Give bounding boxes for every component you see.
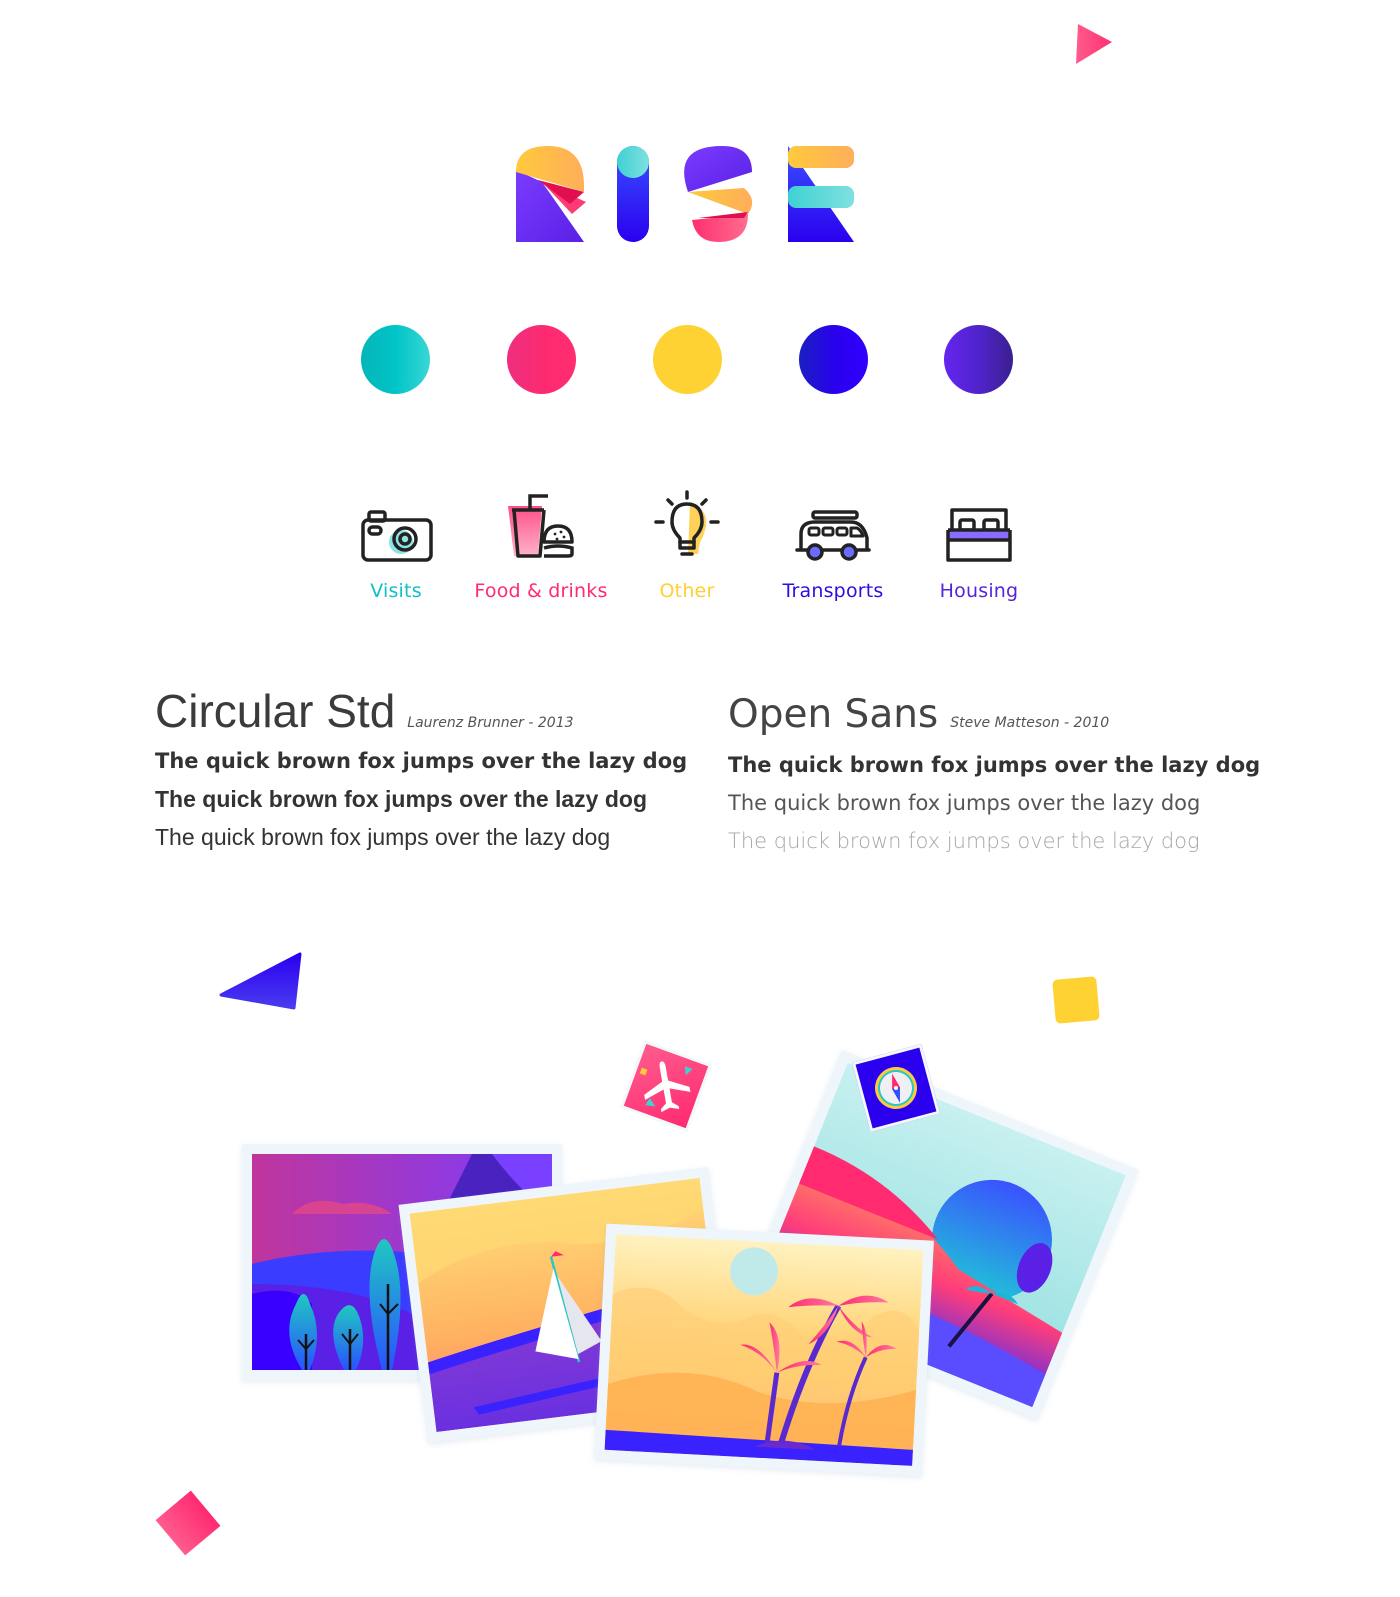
camera-icon xyxy=(361,510,433,562)
swatch-blue xyxy=(799,325,868,394)
category-label: Visits xyxy=(370,580,422,602)
category-transports: Transports xyxy=(758,490,908,602)
logo-letter-e xyxy=(788,146,854,242)
swatch-purple xyxy=(944,325,1013,394)
compass-icon xyxy=(875,1067,917,1109)
blue-triangle-decoration xyxy=(219,952,302,1010)
category-label: Food & drinks xyxy=(474,580,608,602)
lightbulb-icon xyxy=(654,490,720,556)
bed-icon xyxy=(946,508,1012,562)
logo-letter-i xyxy=(617,146,649,242)
swatch-pink xyxy=(507,325,576,394)
font-sample-bold: The quick brown fox jumps over the lazy … xyxy=(155,749,688,773)
font-sample-medium: The quick brown fox jumps over the lazy … xyxy=(155,786,648,812)
logo-letter-r xyxy=(516,146,586,242)
palm-desert-illustration xyxy=(604,1234,924,1466)
font-meta: Steve Matteson - 2010 xyxy=(950,715,1110,731)
swatch-yellow xyxy=(653,325,722,394)
category-food-drinks: Food & drinks xyxy=(466,490,616,602)
rise-logo xyxy=(516,146,854,242)
pink-square-decoration xyxy=(155,1490,221,1556)
font-meta: Laurenz Brunner - 2013 xyxy=(407,715,574,731)
font-sample-regular: The quick brown fox jumps over the lazy … xyxy=(728,791,1201,815)
category-label: Other xyxy=(659,580,715,602)
palm-desert-photo xyxy=(594,1223,934,1477)
font-specimen-secondary: Open Sans Steve Matteson - 2010 The quick… xyxy=(728,692,1260,860)
font-name: Open Sans xyxy=(728,692,939,737)
van-icon xyxy=(795,510,871,561)
swatch-teal xyxy=(361,325,430,394)
font-sample-light: The quick brown fox jumps over the lazy … xyxy=(728,829,1200,853)
airplane-icon xyxy=(639,1061,693,1113)
yellow-square-decoration xyxy=(1052,976,1100,1024)
category-label: Transports xyxy=(782,580,884,602)
font-sample-bold: The quick brown fox jumps over the lazy … xyxy=(728,753,1261,777)
category-visits: Visits xyxy=(321,490,471,602)
font-specimen-primary: Circular Std Laurenz Brunner - 2013 The q… xyxy=(155,684,687,856)
airplane-stamp xyxy=(619,1039,713,1133)
pink-triangle-decoration xyxy=(1076,24,1112,64)
font-name: Circular Std xyxy=(155,685,396,737)
category-label: Housing xyxy=(939,580,1019,602)
font-sample-regular: The quick brown fox jumps over the lazy … xyxy=(155,824,611,850)
logo-letter-s xyxy=(684,146,753,242)
category-other: Other xyxy=(612,490,762,602)
food-drink-icon xyxy=(508,494,574,558)
category-housing: Housing xyxy=(904,490,1054,602)
